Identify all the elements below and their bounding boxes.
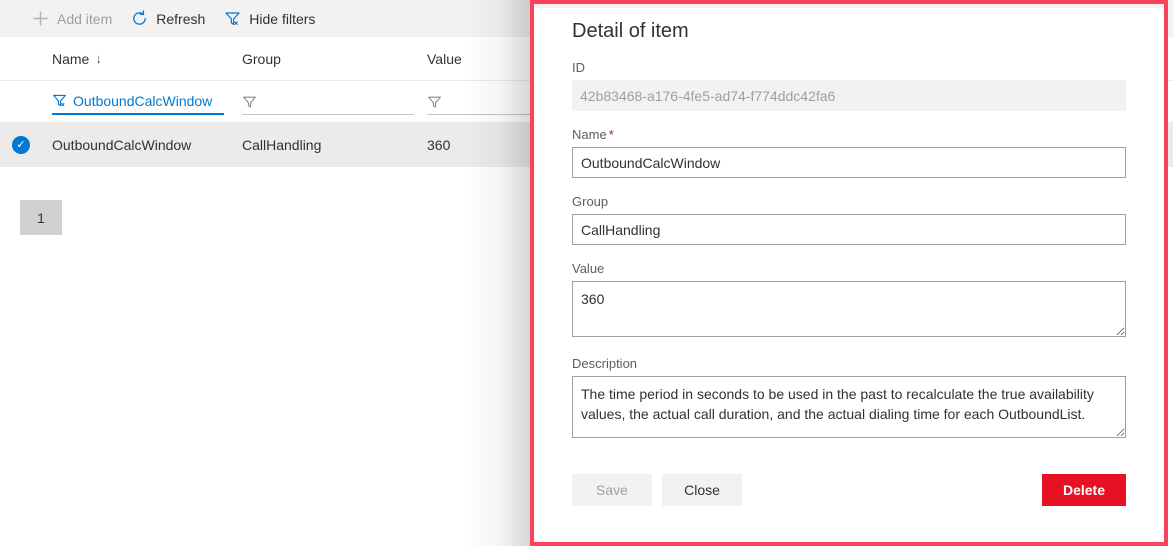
refresh-icon xyxy=(130,10,148,28)
row-cell-name: OutboundCalcWindow xyxy=(52,137,192,153)
row-cell-group: CallHandling xyxy=(242,137,322,153)
pagination: 1 xyxy=(20,200,62,235)
delete-button[interactable]: Delete xyxy=(1042,474,1126,506)
check-circle-icon: ✓ xyxy=(12,136,30,154)
page-title: Detail of item xyxy=(572,20,689,42)
field-label-name-text: Name xyxy=(572,127,607,142)
field-label-value: Value xyxy=(572,261,605,276)
hide-filters-button[interactable]: Hide filters xyxy=(214,0,324,37)
column-header-name-label: Name xyxy=(52,50,90,67)
field-id: ID xyxy=(572,60,1126,111)
name-filter-input[interactable]: OutboundCalcWindow xyxy=(52,89,224,115)
required-marker: * xyxy=(608,127,614,142)
name-field[interactable] xyxy=(572,147,1126,178)
column-header-value-label: Value xyxy=(427,50,462,67)
filter-icon[interactable] xyxy=(242,94,257,109)
field-name: Name * xyxy=(572,127,1126,178)
field-label-name: Name * xyxy=(572,127,1126,142)
panel-action-bar: Save Close Delete xyxy=(572,474,1126,506)
hide-filters-label: Hide filters xyxy=(249,10,316,27)
field-label-id: ID xyxy=(572,60,585,75)
column-header-group-label: Group xyxy=(242,50,281,67)
name-filter-value: OutboundCalcWindow xyxy=(73,92,213,109)
panel-top-strip xyxy=(534,4,1164,8)
id-field xyxy=(572,80,1126,111)
field-label-group: Group xyxy=(572,194,609,209)
row-select-checkbox[interactable]: ✓ xyxy=(0,136,42,154)
filter-icon[interactable] xyxy=(427,94,442,109)
field-group: Group xyxy=(572,194,1126,245)
description-field[interactable]: The time period in seconds to be used in… xyxy=(572,376,1126,438)
page-button-1[interactable]: 1 xyxy=(20,200,62,235)
close-button[interactable]: Close xyxy=(662,474,742,506)
group-filter-input[interactable] xyxy=(242,89,414,115)
column-header-group[interactable]: Group xyxy=(232,51,417,67)
group-field[interactable] xyxy=(572,214,1126,245)
column-header-name[interactable]: Name ↓ xyxy=(42,51,232,67)
refresh-button[interactable]: Refresh xyxy=(121,0,214,37)
detail-panel: Detail of item ID Name* Group Value 360 … xyxy=(530,0,1168,546)
field-label-description: Description xyxy=(572,356,638,371)
filter-off-icon xyxy=(223,10,241,28)
field-description: Description The time period in seconds t… xyxy=(572,356,1126,441)
refresh-label: Refresh xyxy=(156,10,206,27)
sort-descending-icon: ↓ xyxy=(95,51,102,66)
plus-icon xyxy=(31,10,49,28)
value-field[interactable]: 360 xyxy=(572,281,1126,337)
field-value: Value 360 xyxy=(572,261,1126,340)
save-button[interactable]: Save xyxy=(572,474,652,506)
filter-cell-group xyxy=(232,89,417,115)
filter-active-icon[interactable] xyxy=(52,93,67,108)
add-item-label: Add item xyxy=(57,10,113,27)
filter-cell-name: OutboundCalcWindow xyxy=(42,89,232,115)
add-item-button[interactable]: Add item xyxy=(22,0,121,37)
